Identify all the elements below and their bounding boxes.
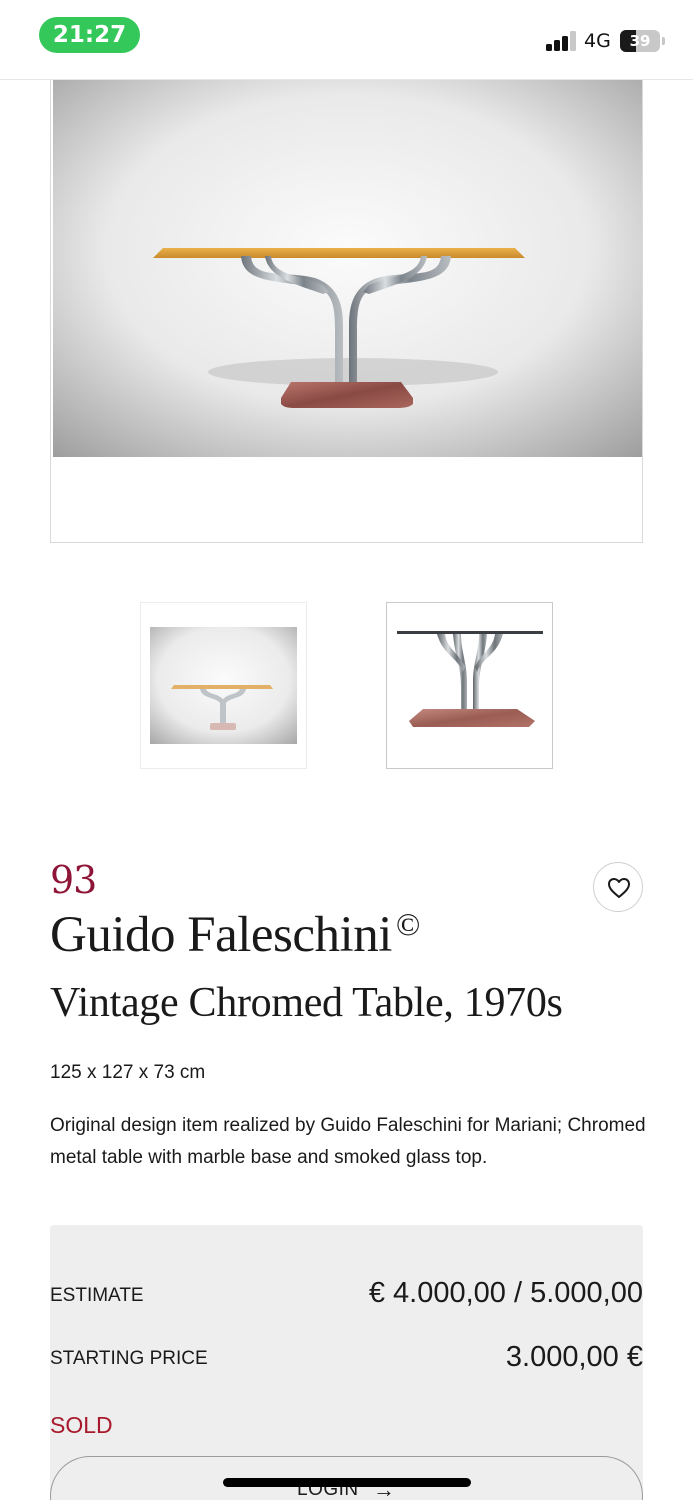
- main-image-frame[interactable]: [50, 80, 643, 543]
- sold-status: SOLD: [50, 1412, 113, 1438]
- table-base-detail-thumbnail[interactable]: [386, 602, 553, 769]
- status-time: 21:27: [39, 17, 140, 53]
- lot-title: Vintage Chromed Table, 1970s: [50, 980, 563, 1026]
- battery-percentage: 39: [629, 32, 651, 50]
- favorite-button[interactable]: [593, 862, 643, 912]
- lot-number: 93: [50, 858, 97, 902]
- lot-dimensions: 125 x 127 x 73 cm: [50, 1062, 206, 1083]
- estimate-label: ESTIMATE: [50, 1285, 144, 1306]
- battery-cap: [662, 37, 665, 45]
- vintage-chromed-table-photo[interactable]: [53, 80, 642, 457]
- heart-outline-icon: [608, 878, 630, 898]
- copyright-icon: ©: [396, 906, 421, 942]
- pricing-panel: ESTIMATE € 4.000,00 / 5.000,00 STARTING …: [50, 1225, 643, 1500]
- table-front-view-thumbnail[interactable]: [140, 602, 307, 769]
- lot-description: Original design item realized by Guido F…: [50, 1115, 646, 1168]
- battery-icon: 39: [620, 30, 660, 52]
- network-type: 4G: [584, 30, 611, 52]
- artist-name[interactable]: Guido Faleschini: [50, 906, 392, 964]
- status-bar: 21:27 4G 39: [0, 0, 693, 80]
- estimate-value: € 4.000,00 / 5.000,00: [368, 1277, 643, 1309]
- starting-price-value: 3.000,00 €: [505, 1341, 643, 1373]
- cellular-signal-icon: [546, 31, 576, 51]
- home-indicator[interactable]: [223, 1478, 471, 1487]
- starting-price-label: STARTING PRICE: [50, 1348, 208, 1369]
